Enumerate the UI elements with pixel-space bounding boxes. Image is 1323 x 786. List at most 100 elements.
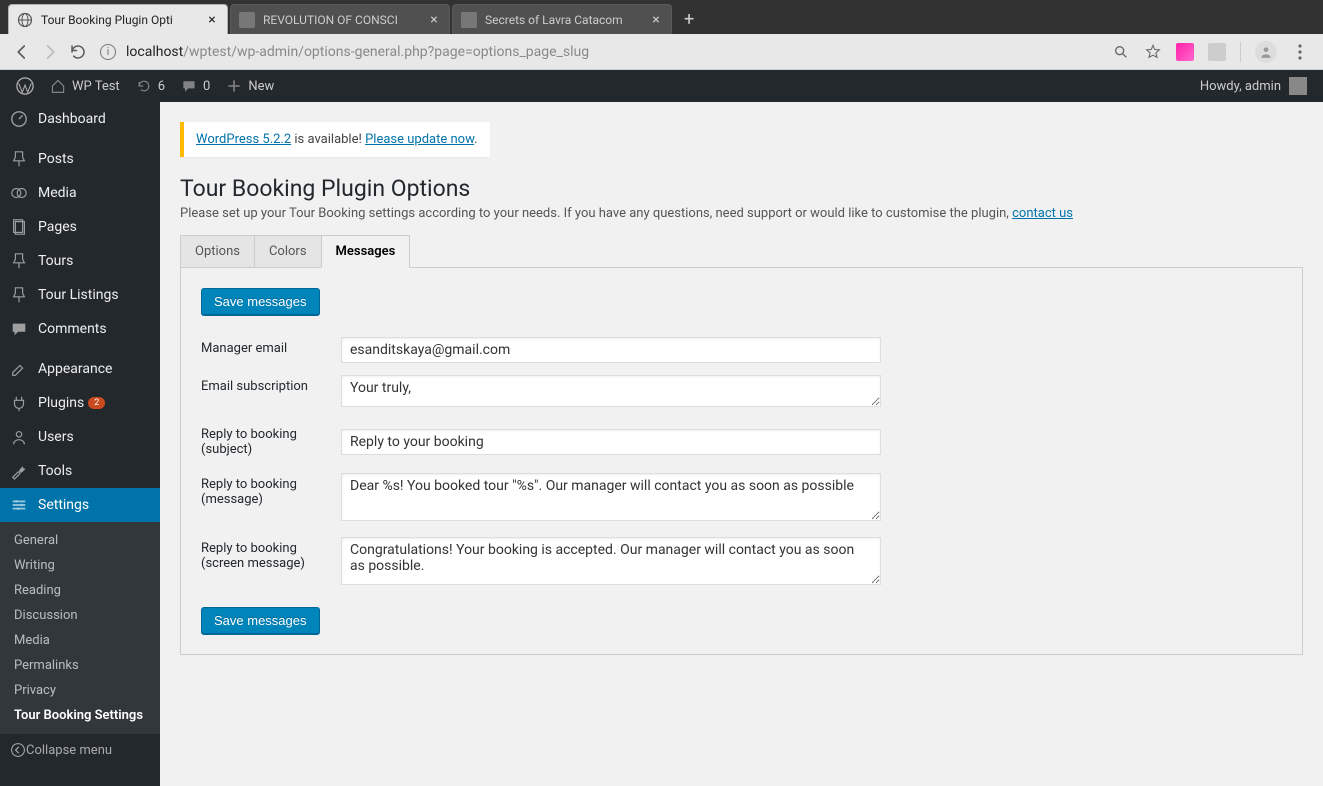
- sidebar-item-tour-listings[interactable]: Tour Listings: [0, 278, 160, 312]
- sidebar-item-media[interactable]: Media: [0, 176, 160, 210]
- collapse-label: Collapse menu: [26, 743, 112, 758]
- site-info-icon[interactable]: i: [100, 44, 116, 60]
- sidebar-subitem-permalinks[interactable]: Permalinks: [0, 653, 160, 678]
- bookmark-star-icon[interactable]: [1144, 43, 1162, 61]
- close-icon[interactable]: ×: [649, 12, 663, 28]
- tab-panel-messages: Save messages Manager email Email subscr…: [180, 267, 1303, 655]
- wp-version-link[interactable]: WordPress 5.2.2: [196, 132, 291, 147]
- contact-us-link[interactable]: contact us: [1012, 206, 1073, 221]
- sidebar-item-dashboard[interactable]: Dashboard: [0, 102, 160, 136]
- forward-button[interactable]: [36, 38, 64, 66]
- profile-avatar-icon[interactable]: [1255, 41, 1277, 63]
- sidebar-item-label: Users: [38, 429, 74, 445]
- update-now-link[interactable]: Please update now: [365, 132, 474, 147]
- kebab-menu-icon[interactable]: [1291, 43, 1309, 61]
- favicon-icon: [239, 12, 255, 28]
- sidebar-item-comments[interactable]: Comments: [0, 312, 160, 346]
- dashboard-icon: [10, 110, 30, 128]
- sidebar-item-tours[interactable]: Tours: [0, 244, 160, 278]
- collapse-menu-button[interactable]: Collapse menu: [0, 734, 160, 766]
- sidebar-item-label: Media: [38, 185, 77, 201]
- extension-icon[interactable]: [1208, 43, 1226, 61]
- page-icon: [10, 218, 30, 236]
- sidebar-item-appearance[interactable]: Appearance: [0, 352, 160, 386]
- sidebar-subitem-privacy[interactable]: Privacy: [0, 678, 160, 703]
- url-field[interactable]: i localhost/wptest/wp-admin/options-gene…: [100, 44, 1104, 60]
- sidebar-item-plugins[interactable]: Plugins2: [0, 386, 160, 420]
- sidebar-item-label: Appearance: [38, 361, 112, 377]
- sidebar-item-label: Tools: [38, 463, 72, 479]
- tab-title: Tour Booking Plugin Opti: [41, 13, 205, 27]
- browser-tab[interactable]: Secrets of Lavra Catacom ×: [452, 4, 672, 34]
- zoom-icon[interactable]: [1112, 43, 1130, 61]
- new-content-link[interactable]: New: [218, 70, 282, 102]
- back-button[interactable]: [8, 38, 36, 66]
- reply-screen-input[interactable]: Congratulations! Your booking is accepte…: [341, 537, 881, 585]
- browser-tab[interactable]: Tour Booking Plugin Opti ×: [8, 4, 228, 34]
- sidebar-item-settings[interactable]: Settings: [0, 488, 160, 522]
- tab-messages[interactable]: Messages: [321, 235, 411, 268]
- sidebar-item-label: Pages: [38, 219, 77, 235]
- sidebar-item-pages[interactable]: Pages: [0, 210, 160, 244]
- tab-options[interactable]: Options: [180, 235, 255, 267]
- comment-icon: [181, 78, 197, 94]
- sidebar-subitem-general[interactable]: General: [0, 528, 160, 553]
- globe-icon: [17, 12, 33, 28]
- comments-count: 0: [203, 79, 210, 94]
- sidebar-subitem-media[interactable]: Media: [0, 628, 160, 653]
- email-subscription-input[interactable]: Your truly,: [341, 375, 881, 407]
- users-icon: [10, 428, 30, 446]
- account-menu[interactable]: Howdy, admin: [1192, 77, 1315, 95]
- updates-link[interactable]: 6: [128, 70, 173, 102]
- site-name-link[interactable]: WP Test: [42, 70, 128, 102]
- sidebar-item-label: Tours: [38, 253, 73, 269]
- save-messages-button[interactable]: Save messages: [201, 288, 320, 315]
- sidebar-item-posts[interactable]: Posts: [0, 142, 160, 176]
- favicon-icon: [461, 12, 477, 28]
- wp-logo-icon[interactable]: [8, 70, 42, 102]
- address-bar: i localhost/wptest/wp-admin/options-gene…: [0, 34, 1323, 70]
- reply-subject-input[interactable]: [341, 429, 881, 455]
- reply-message-input[interactable]: Dear %s! You booked tour "%s". Our manag…: [341, 473, 881, 521]
- tab-title: REVOLUTION OF CONSCI: [263, 13, 427, 27]
- tab-colors[interactable]: Colors: [254, 235, 322, 267]
- update-notice: WordPress 5.2.2 is available! Please upd…: [180, 122, 490, 157]
- new-tab-button[interactable]: +: [674, 4, 704, 34]
- comments-link[interactable]: 0: [173, 70, 218, 102]
- admin-sidebar: Dashboard Posts Media Pages Tours Tour Listin…: [0, 102, 160, 786]
- howdy-text: Howdy, admin: [1200, 79, 1281, 94]
- pin-icon: [10, 150, 30, 168]
- page-description: Please set up your Tour Booking settings…: [180, 206, 1303, 221]
- wp-admin-bar: WP Test 6 0 New Howdy, admin: [0, 70, 1323, 102]
- comment-icon: [10, 320, 30, 338]
- browser-tab[interactable]: REVOLUTION OF CONSCI ×: [230, 4, 450, 34]
- close-icon[interactable]: ×: [205, 12, 219, 28]
- field-label: Email subscription: [201, 369, 341, 417]
- sidebar-item-tools[interactable]: Tools: [0, 454, 160, 488]
- reload-button[interactable]: [64, 38, 92, 66]
- plugin-icon: [10, 394, 30, 412]
- url-host: localhost: [126, 44, 183, 60]
- sidebar-item-label: Settings: [38, 497, 89, 513]
- sidebar-subitem-writing[interactable]: Writing: [0, 553, 160, 578]
- sidebar-item-users[interactable]: Users: [0, 420, 160, 454]
- tools-icon: [10, 462, 30, 480]
- extension-icon[interactable]: [1176, 43, 1194, 61]
- close-icon[interactable]: ×: [427, 12, 441, 28]
- save-messages-button[interactable]: Save messages: [201, 607, 320, 634]
- pin-icon: [10, 252, 30, 270]
- sidebar-item-label: Plugins: [38, 395, 84, 411]
- manager-email-input[interactable]: [341, 337, 881, 363]
- separator: [1240, 42, 1241, 62]
- sidebar-subitem-discussion[interactable]: Discussion: [0, 603, 160, 628]
- sidebar-subitem-reading[interactable]: Reading: [0, 578, 160, 603]
- sidebar-item-label: Posts: [38, 151, 74, 167]
- user-avatar-icon: [1289, 77, 1307, 95]
- pin-icon: [10, 286, 30, 304]
- sidebar-item-label: Dashboard: [38, 111, 106, 127]
- updates-count: 6: [158, 79, 165, 94]
- browser-tab-strip: Tour Booking Plugin Opti × REVOLUTION OF…: [0, 0, 1323, 34]
- sidebar-subitem-tour-booking-settings[interactable]: Tour Booking Settings: [0, 703, 160, 728]
- field-label: Reply to booking (screen message): [201, 531, 341, 595]
- url-path: /wptest/wp-admin/options-general.php?pag…: [183, 44, 589, 60]
